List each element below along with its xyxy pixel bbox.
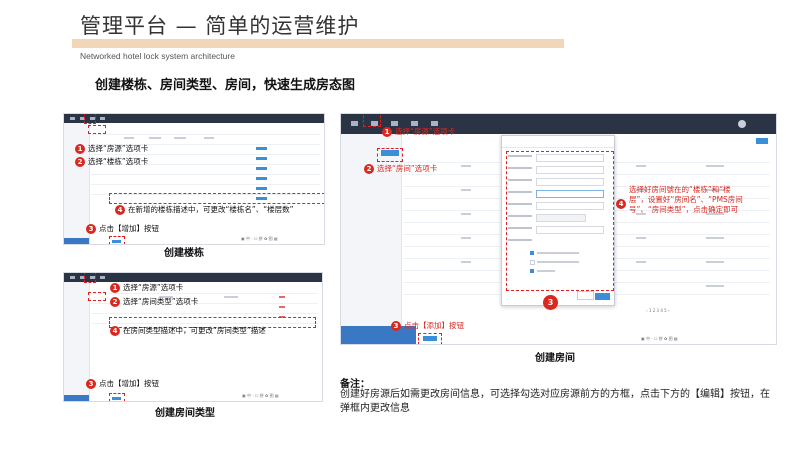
modal-header [502, 136, 614, 148]
room-type-step-2: 2 选择“房间类型”选项卡 [110, 296, 198, 307]
modal-form-highlight [506, 151, 614, 291]
pagination[interactable]: ‹ 1 2 3 4 5 › [646, 308, 670, 313]
room-caption: 创建房间 [535, 353, 575, 364]
room-step-3-confirm: 3 [543, 295, 558, 310]
modal-confirm-button[interactable] [595, 293, 610, 300]
room-step-1: 1 选择“房源”选项卡 [382, 126, 455, 137]
building-step-1: 1 选择“房源”选项卡 [75, 143, 148, 154]
tab-building-highlight [88, 125, 106, 134]
room-type-step-1: 1 选择“房源”选项卡 [110, 282, 183, 293]
building-step-4: 4 在新增的楼栋描述中，可更改“楼栋名”、“楼层数” [115, 204, 294, 215]
building-caption: 创建楼栋 [164, 248, 204, 259]
note-text: 创建好房源后如需更改房间信息，可选择勾选对应房源前方的方框，点击下方的【编辑】按… [340, 389, 770, 414]
page-subtitle: Networked hotel lock system architecture [80, 51, 235, 61]
tab-housing-highlight [363, 114, 381, 127]
app-topbar [64, 114, 324, 123]
new-building-row-highlight [109, 193, 324, 204]
room-step-2: 2 选择“房间”选项卡 [364, 163, 437, 174]
tab-room-highlight [377, 148, 403, 162]
tab-room-type-highlight [88, 292, 106, 301]
app-topbar [64, 273, 322, 282]
tab-housing-highlight [84, 273, 96, 283]
room-type-step-4: 4 在房间类型描述中，可更改“房间类型”描述 [110, 325, 266, 336]
building-step-3: 3 点击【增加】按钮 [86, 223, 159, 234]
room-type-step-3: 3 点击【增加】按钮 [86, 378, 159, 389]
room-type-caption: 创建房间类型 [155, 408, 215, 419]
room-add-button-highlight [418, 333, 442, 344]
title-underline-bar [72, 39, 564, 48]
add-button-highlight [109, 236, 125, 244]
tab-housing-highlight [84, 114, 96, 124]
add-button-highlight [109, 393, 125, 401]
room-step-3: 3 点击【添加】按钮 [391, 320, 464, 331]
room-step-4: 4 选择好房间號在的“楼栋”和“楼层”，设置好“房间名”、“PMS房间号”、“房… [616, 185, 744, 215]
section-heading: 创建楼栋、房间类型、房间，快速生成房态图 [95, 78, 356, 93]
building-step-2: 2 选择“楼栋”选项卡 [75, 156, 148, 167]
room-screenshot: ‹ 1 2 3 4 5 › ▣ 中 · ☐ 拼 ✿ 图 ▦ [340, 113, 777, 345]
modal-cancel-button[interactable] [577, 291, 594, 300]
page-title: 管理平台 — 简单的运营维护 [80, 14, 360, 38]
